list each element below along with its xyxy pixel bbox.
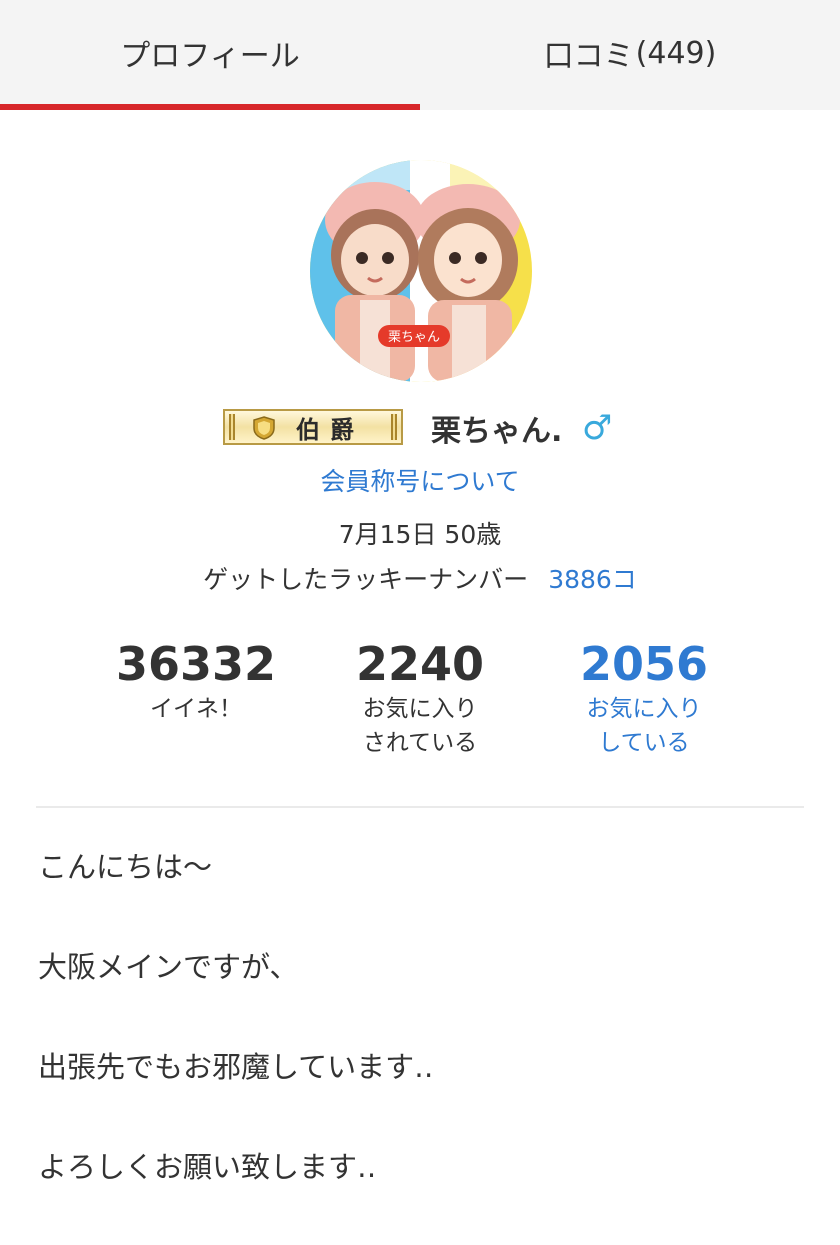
favoriting-count: 2056: [579, 637, 709, 691]
username: 栗ちゃん.: [431, 414, 563, 449]
bio-line: 出張先でもお邪魔しています‥: [38, 1050, 434, 1084]
lucky-number-value[interactable]: 3886コ: [548, 565, 637, 594]
tab-profile[interactable]: プロフィール: [0, 0, 420, 110]
bio-line: こんにちは〜: [38, 850, 213, 884]
name-row: 伯爵 栗ちゃん. ♂: [0, 400, 840, 460]
favorited-by-label: お気に入り されている: [362, 696, 478, 756]
male-icon: ♂: [582, 408, 613, 448]
rank-badge-ornament-left: [229, 414, 235, 440]
tab-profile-label: プロフィール: [120, 39, 300, 74]
tab-reviews-count: (449): [635, 35, 717, 71]
bio-line: よろしくお願い致します‥: [38, 1150, 377, 1184]
likes-stat: 36332 イイネ！: [76, 636, 316, 726]
avatar-name-tag: 栗ちゃん: [388, 330, 440, 345]
favoriting-stat[interactable]: 2056 お気に入り している: [524, 636, 764, 760]
shield-icon: [253, 416, 275, 440]
tab-reviews[interactable]: 口コミ (449): [420, 0, 840, 110]
favoriting-label: お気に入り している: [586, 696, 702, 756]
rank-badge: 伯爵: [223, 409, 403, 445]
favorited-by-count: 2240: [355, 637, 485, 691]
lucky-number-label: ゲットしたラッキーナンバー: [203, 565, 529, 594]
bio: こんにちは〜 大阪メインですが、 出張先でもお邪魔しています‥ よろしくお願い致…: [38, 845, 808, 1245]
rank-badge-ornament-right: [391, 414, 397, 440]
lucky-number-row: ゲットしたラッキーナンバー 3886コ: [0, 560, 840, 596]
divider: [36, 806, 804, 808]
likes-count: 36332: [115, 637, 277, 691]
favorited-by-stat: 2240 お気に入り されている: [300, 636, 540, 760]
rank-label: 伯爵: [296, 414, 364, 444]
likes-label: イイネ！: [150, 696, 242, 722]
avatar-image: 栗ちゃん: [310, 160, 532, 382]
tab-bar: プロフィール 口コミ (449): [0, 0, 840, 110]
member-title-link[interactable]: 会員称号について: [0, 462, 840, 498]
birthday-age: 7月15日 50歳: [338, 520, 502, 549]
avatar[interactable]: 栗ちゃん: [310, 160, 532, 382]
bio-line: 大阪メインですが、: [38, 950, 299, 984]
tab-reviews-label: 口コミ: [543, 39, 634, 74]
